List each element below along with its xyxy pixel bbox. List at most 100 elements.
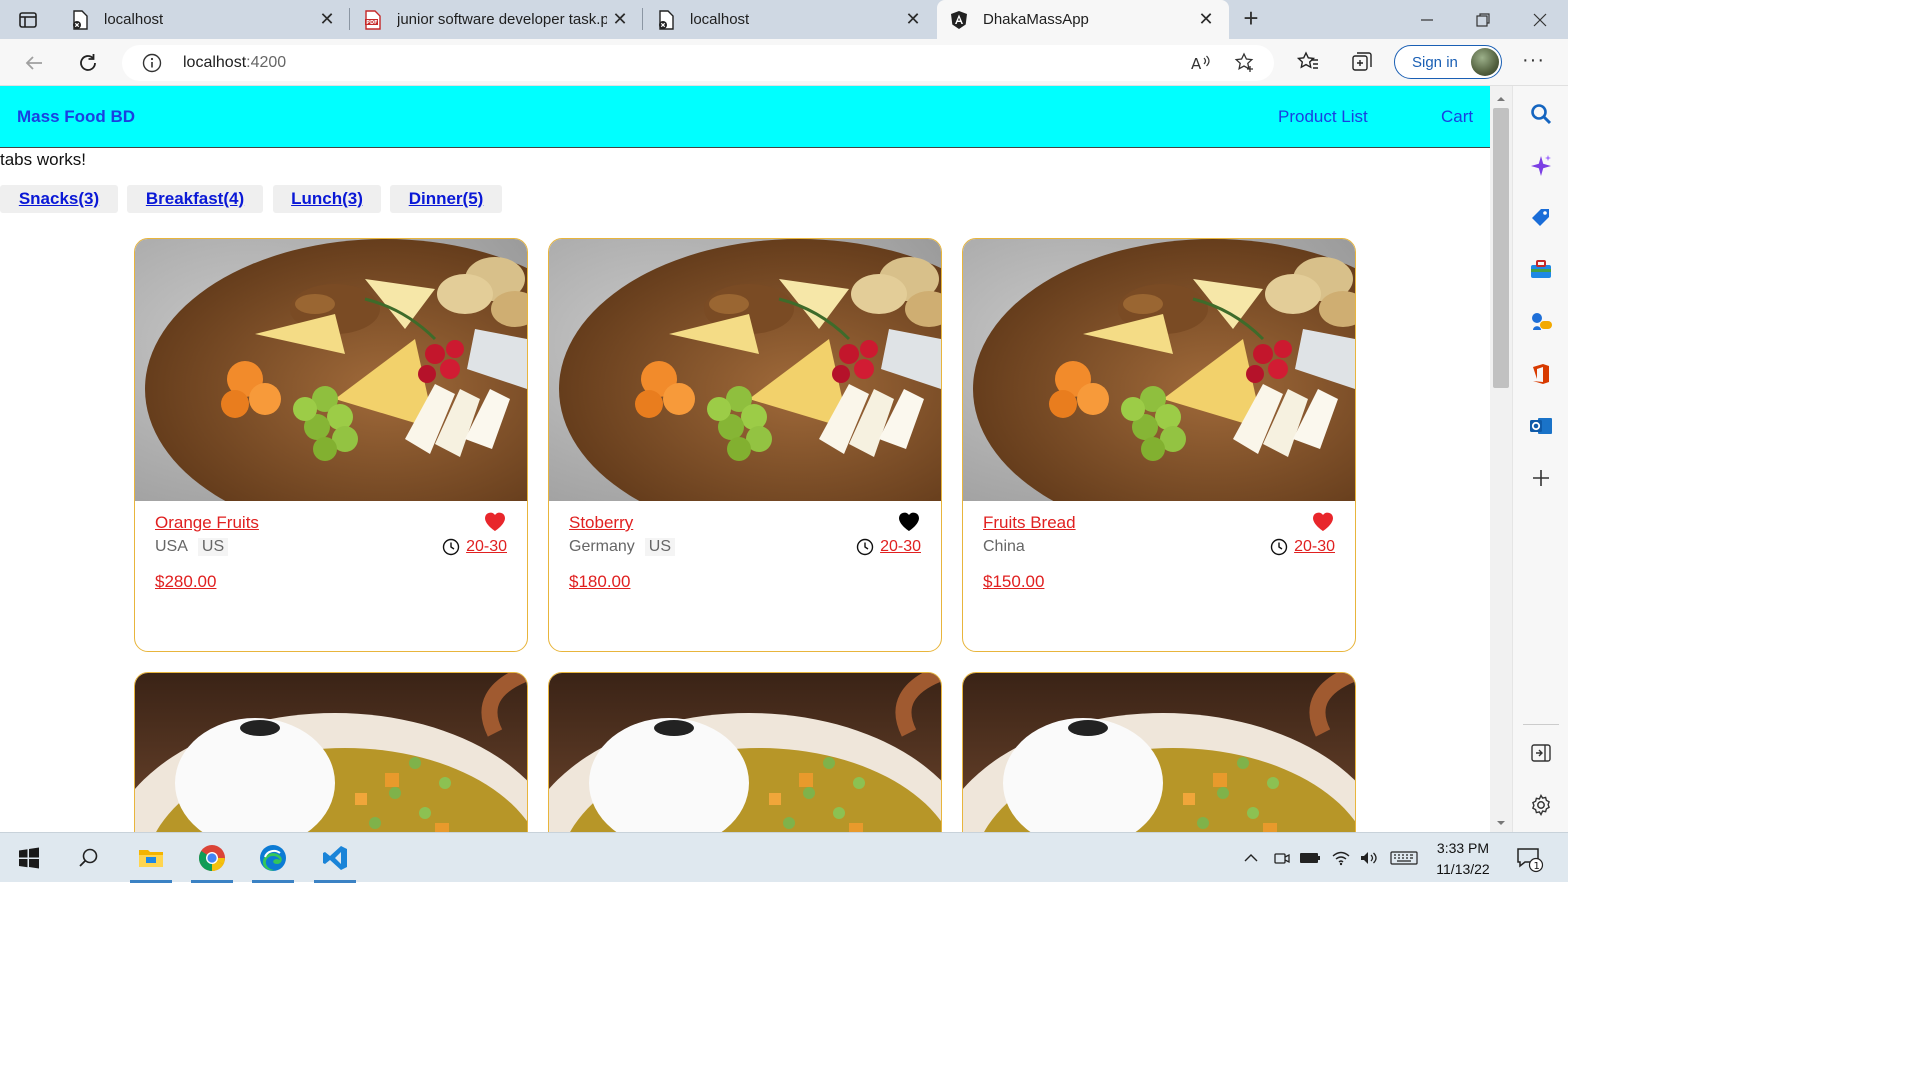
minimize-icon[interactable]	[1399, 0, 1455, 39]
tab-separator	[642, 8, 643, 30]
battery-icon[interactable]	[1299, 847, 1321, 869]
chrome-icon[interactable]	[187, 833, 237, 883]
site-info-icon[interactable]	[142, 53, 162, 73]
app-header: Mass Food BD Product List Cart	[0, 86, 1490, 148]
food-card[interactable]: Orange Fruits USA US 20-30 $280.00	[134, 238, 528, 652]
sign-in-label: Sign in	[1412, 54, 1458, 71]
broken-page-icon	[656, 9, 676, 30]
cook-time-value: 20-30	[1294, 538, 1335, 555]
food-card[interactable]	[548, 672, 942, 832]
edge-icon[interactable]	[248, 833, 298, 883]
browser-tab-dhakamassapp[interactable]: DhakaMassApp ✕	[937, 0, 1229, 39]
browser-tab-strip: localhost ✕ PDF junior software develope…	[0, 0, 1568, 39]
nav-cart[interactable]: Cart	[1441, 107, 1473, 127]
favorites-icon[interactable]	[1296, 50, 1320, 74]
tab-title: localhost	[690, 11, 750, 28]
meet-now-icon[interactable]	[1270, 847, 1292, 869]
category-breakfast[interactable]: Breakfast(4)	[127, 185, 263, 213]
add-app-icon[interactable]	[1529, 466, 1553, 490]
hide-sidebar-icon[interactable]	[1529, 741, 1553, 765]
games-icon[interactable]	[1529, 310, 1553, 334]
taskbar-clock[interactable]: 3:33 PM 11/13/22	[1424, 838, 1502, 880]
nav-product-list[interactable]: Product List	[1278, 107, 1368, 127]
food-image-cheese-board[interactable]	[963, 239, 1355, 501]
keyboard-icon[interactable]	[1390, 847, 1418, 869]
browser-tab-pdf[interactable]: PDF junior software developer task.pdf ✕	[351, 0, 643, 39]
sign-in-button[interactable]: Sign in	[1394, 45, 1502, 79]
favorite-heart-icon[interactable]	[897, 510, 921, 532]
tools-briefcase-icon[interactable]	[1529, 258, 1553, 282]
tab-title: localhost	[104, 11, 164, 28]
scroll-down-icon[interactable]	[1495, 816, 1507, 828]
notification-icon[interactable]: 1	[1516, 845, 1544, 873]
browser-tab-localhost-1[interactable]: localhost ✕	[58, 0, 350, 39]
shopping-tag-icon[interactable]	[1529, 206, 1553, 230]
office-icon[interactable]	[1529, 362, 1553, 386]
category-lunch[interactable]: Lunch(3)	[273, 185, 381, 213]
heart-shape	[1313, 512, 1333, 531]
outlook-icon[interactable]	[1529, 414, 1553, 438]
restore-icon[interactable]	[1455, 0, 1511, 39]
close-icon[interactable]: ✕	[318, 10, 336, 28]
search-icon[interactable]	[1529, 102, 1553, 126]
favorite-heart-icon[interactable]	[483, 510, 507, 532]
settings-gear-icon[interactable]	[1529, 793, 1553, 817]
food-name-link[interactable]: Stoberry	[569, 513, 633, 533]
svg-text:PDF: PDF	[366, 20, 377, 26]
browser-tab-localhost-2[interactable]: localhost ✕	[644, 0, 936, 39]
svg-text:A: A	[1191, 55, 1202, 73]
scrollbar-thumb[interactable]	[1493, 108, 1509, 388]
tray-chevron-up-icon[interactable]	[1240, 847, 1262, 869]
food-image-curry-rice[interactable]	[963, 673, 1355, 832]
file-explorer-icon[interactable]	[126, 833, 176, 883]
search-icon[interactable]	[64, 833, 114, 883]
tabs-works-text: tabs works!	[0, 150, 86, 169]
food-image-cheese-board[interactable]	[549, 239, 941, 501]
category-dinner[interactable]: Dinner(5)	[390, 185, 502, 213]
add-favorite-icon[interactable]	[1234, 52, 1256, 74]
food-image-cheese-board[interactable]	[135, 239, 527, 501]
food-image-curry-rice[interactable]	[549, 673, 941, 832]
broken-page-icon	[70, 9, 90, 30]
wifi-icon[interactable]	[1330, 847, 1352, 869]
food-price: $180.00	[569, 572, 631, 591]
new-tab-icon[interactable]: +	[1238, 5, 1264, 32]
cook-time-value: 20-30	[466, 538, 507, 555]
category-snacks[interactable]: Snacks(3)	[0, 185, 118, 213]
close-icon[interactable]: ✕	[904, 10, 922, 28]
read-aloud-icon[interactable]: A	[1190, 52, 1212, 74]
refresh-icon[interactable]	[74, 49, 102, 77]
back-arrow-icon[interactable]	[20, 49, 48, 77]
scroll-up-icon[interactable]	[1495, 92, 1507, 104]
clock-icon	[442, 538, 460, 556]
volume-icon[interactable]	[1358, 847, 1380, 869]
address-bar[interactable]: localhost:4200 A	[122, 45, 1274, 81]
page-scrollbar[interactable]	[1490, 86, 1512, 832]
tab-separator	[349, 8, 350, 30]
copilot-sparkle-icon[interactable]	[1529, 154, 1553, 178]
collections-icon[interactable]	[1350, 50, 1374, 74]
origin-tag: USA	[155, 538, 188, 555]
food-card[interactable]: Stoberry Germany US 20-30 $180.00	[548, 238, 942, 652]
food-name-link[interactable]: Fruits Bread	[983, 513, 1076, 533]
heart-shape	[485, 512, 505, 531]
brand-link[interactable]: Mass Food BD	[17, 107, 135, 127]
tab-title: junior software developer task.pdf	[397, 11, 607, 28]
food-card[interactable]: Fruits Bread China 20-30 $150.00	[962, 238, 1356, 652]
tab-actions-icon[interactable]	[8, 6, 48, 34]
food-image-curry-rice[interactable]	[135, 673, 527, 832]
food-card[interactable]	[134, 672, 528, 832]
close-icon[interactable]: ✕	[1197, 10, 1215, 28]
food-name-link[interactable]: Orange Fruits	[155, 513, 259, 533]
close-window-icon[interactable]	[1512, 0, 1568, 39]
pdf-file-icon: PDF	[363, 9, 383, 30]
vscode-icon[interactable]	[310, 833, 360, 883]
more-options-icon[interactable]: ···	[1522, 49, 1545, 72]
tab-title: DhakaMassApp	[983, 11, 1089, 28]
close-icon[interactable]: ✕	[611, 10, 629, 28]
windows-start-icon[interactable]	[4, 833, 54, 883]
food-card[interactable]	[962, 672, 1356, 832]
clock-date: 11/13/22	[1436, 861, 1490, 877]
favorite-heart-icon[interactable]	[1311, 510, 1335, 532]
origin-tag: US	[197, 538, 229, 556]
